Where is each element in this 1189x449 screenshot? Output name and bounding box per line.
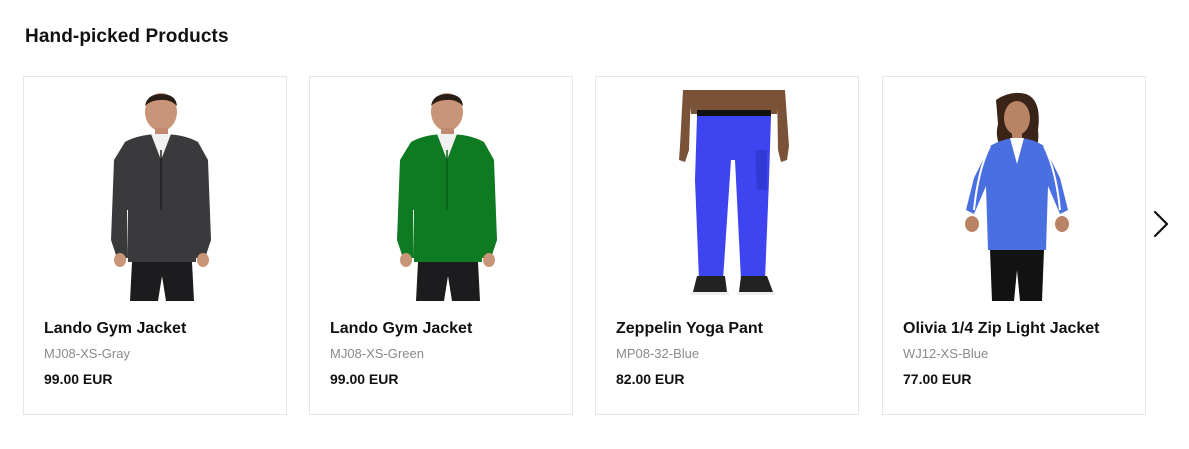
product-sku: MP08-32-Blue bbox=[616, 346, 700, 361]
product-sku: WJ12-XS-Blue bbox=[903, 346, 989, 361]
product-name[interactable]: Lando Gym Jacket bbox=[44, 320, 186, 338]
product-price: 82.00 EUR bbox=[616, 371, 685, 387]
hand-picked-products-section: Hand-picked Products Lando Gym Jacket MJ… bbox=[0, 0, 1189, 449]
blue-yoga-pant-photo[interactable] bbox=[627, 90, 827, 301]
product-price: 77.00 EUR bbox=[903, 371, 972, 387]
product-price: 99.00 EUR bbox=[330, 371, 399, 387]
product-price: 99.00 EUR bbox=[44, 371, 113, 387]
product-carousel: Lando Gym Jacket MJ08-XS-Gray 99.00 EUR … bbox=[23, 76, 1149, 417]
product-card[interactable]: Olivia 1/4 Zip Light Jacket WJ12-XS-Blue… bbox=[882, 76, 1146, 415]
product-card[interactable]: Lando Gym Jacket MJ08-XS-Green 99.00 EUR bbox=[309, 76, 573, 415]
chevron-right-icon[interactable] bbox=[1150, 206, 1172, 242]
product-card[interactable]: Lando Gym Jacket MJ08-XS-Gray 99.00 EUR bbox=[23, 76, 287, 415]
product-name[interactable]: Zeppelin Yoga Pant bbox=[616, 320, 763, 338]
product-card[interactable]: Zeppelin Yoga Pant MP08-32-Blue 82.00 EU… bbox=[595, 76, 859, 415]
gray-fleece-jacket-man-photo[interactable] bbox=[55, 90, 255, 301]
product-sku: MJ08-XS-Gray bbox=[44, 346, 130, 361]
blue-zip-jacket-woman-photo[interactable] bbox=[914, 90, 1114, 301]
green-fleece-jacket-man-photo[interactable] bbox=[341, 90, 541, 301]
section-title: Hand-picked Products bbox=[25, 26, 229, 47]
product-sku: MJ08-XS-Green bbox=[330, 346, 424, 361]
product-name[interactable]: Lando Gym Jacket bbox=[330, 320, 472, 338]
product-name[interactable]: Olivia 1/4 Zip Light Jacket bbox=[903, 320, 1100, 338]
